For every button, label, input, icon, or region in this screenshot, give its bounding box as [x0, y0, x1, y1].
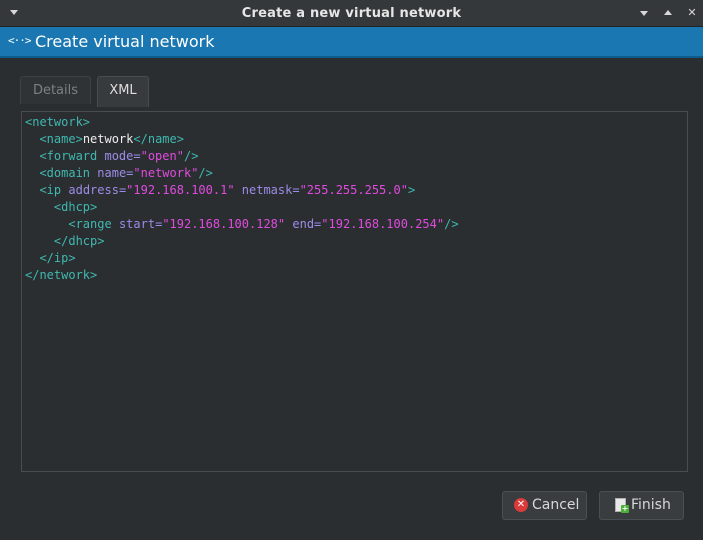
- tab-details[interactable]: Details: [20, 76, 91, 104]
- xml-line: <name>network</name>: [39, 132, 184, 146]
- xml-line: </ip>: [39, 251, 76, 265]
- minimize-button[interactable]: [636, 5, 652, 21]
- xml-line: </network>: [25, 268, 98, 282]
- xml-line: <domain name="network"/>: [39, 166, 213, 180]
- xml-line: <network>: [25, 115, 91, 129]
- finish-button[interactable]: + Finish: [599, 491, 684, 520]
- close-icon: ✕: [687, 6, 697, 19]
- dialog-header-banner: <··> Create virtual network: [0, 27, 703, 58]
- tab-xml[interactable]: XML: [97, 76, 149, 107]
- xml-line: <dhcp>: [53, 200, 98, 214]
- finish-icon: +: [615, 498, 629, 513]
- xml-line: <ip address="192.168.100.1" netmask="255…: [39, 183, 416, 197]
- maximize-button[interactable]: [660, 5, 676, 21]
- maximize-icon: [664, 10, 672, 15]
- window-title: Create a new virtual network: [241, 6, 462, 21]
- xml-code: <network> <name>network</name> <forward …: [25, 114, 459, 284]
- minimize-icon: [640, 11, 648, 16]
- xml-line: </dhcp>: [53, 234, 105, 248]
- cancel-button-label: Cancel: [532, 497, 580, 513]
- cancel-icon: ✕: [514, 498, 528, 512]
- window-titlebar: Create a new virtual network ✕: [0, 0, 703, 27]
- cancel-button[interactable]: ✕ Cancel: [502, 491, 587, 520]
- network-icon: <··>: [8, 34, 31, 47]
- close-button[interactable]: ✕: [684, 5, 700, 21]
- xml-editor[interactable]: <network> <name>network</name> <forward …: [21, 111, 688, 472]
- xml-line: <forward mode="open"/>: [39, 149, 199, 163]
- finish-button-label: Finish: [631, 497, 671, 513]
- xml-line: <range start="192.168.100.128" end="192.…: [68, 217, 459, 231]
- dialog-header-title: Create virtual network: [35, 32, 215, 51]
